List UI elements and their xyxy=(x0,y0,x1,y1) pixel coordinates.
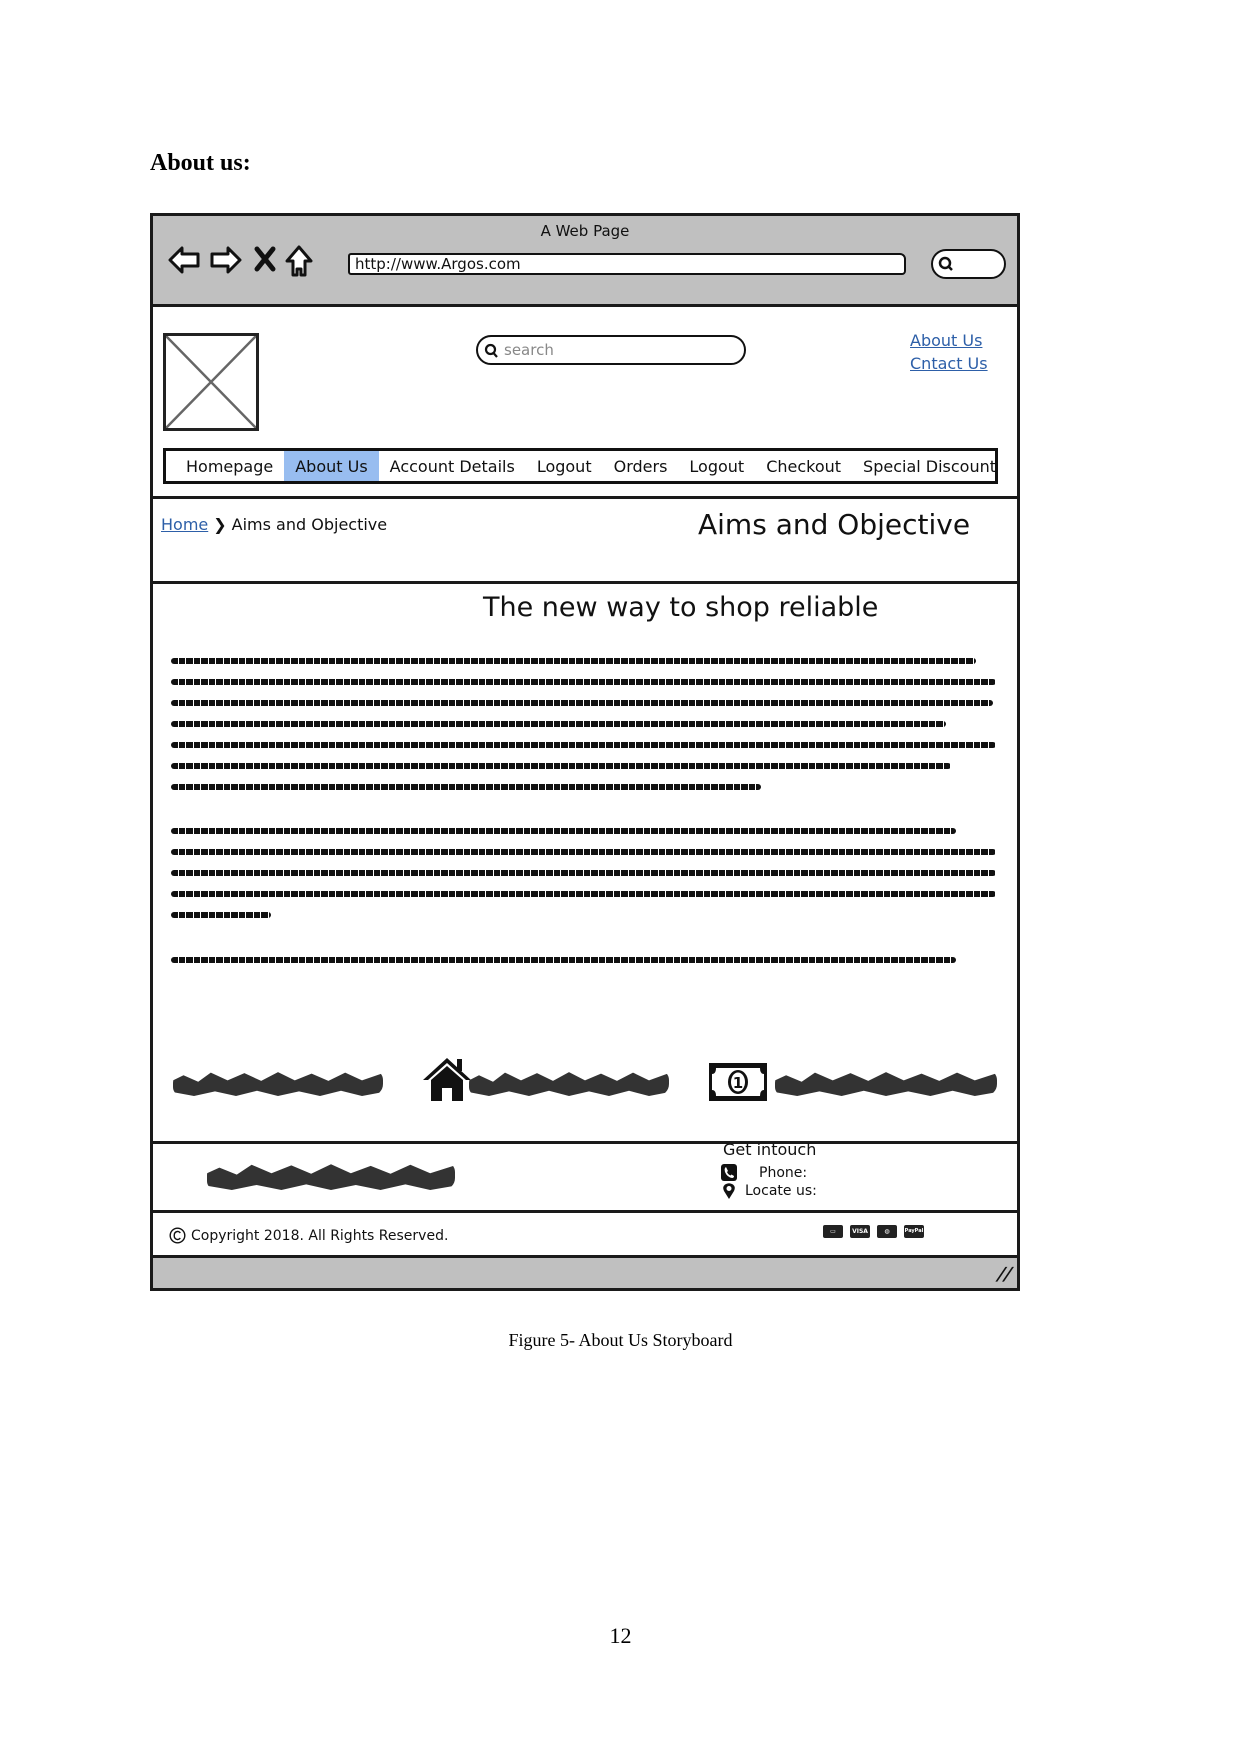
document-heading: About us: xyxy=(150,150,251,176)
placeholder-text-line xyxy=(171,849,996,855)
browser-toolbar: A Web Page http://www.Argos.com xyxy=(153,216,1017,307)
url-field[interactable]: http://www.Argos.com xyxy=(348,253,906,275)
mastercard-icon: ◍ xyxy=(877,1225,897,1238)
breadcrumb-section: Home ❯ Aims and Objective Aims and Objecti… xyxy=(153,499,1017,584)
header-link-about-us[interactable]: About Us xyxy=(910,331,982,350)
window-title: A Web Page xyxy=(540,222,630,240)
placeholder-text-line xyxy=(171,891,996,897)
nav-item-special-discount[interactable]: Special Discount xyxy=(852,451,1007,481)
placeholder-text-line xyxy=(171,700,993,706)
wireframe-mockup: A Web Page http://www.Argos.com search A… xyxy=(150,213,1020,1291)
site-search-input[interactable]: search xyxy=(476,335,746,365)
breadcrumb: Home ❯ Aims and Objective xyxy=(161,515,387,534)
placeholder-footer-text xyxy=(207,1164,455,1190)
placeholder-text-line xyxy=(171,721,946,727)
map-pin-icon xyxy=(723,1183,735,1199)
breadcrumb-home-link[interactable]: Home xyxy=(161,515,208,534)
footer-locate: Locate us: xyxy=(721,1182,817,1200)
copyright-notice: Copyright 2018. All Rights Reserved. xyxy=(169,1227,448,1244)
browser-search-button[interactable] xyxy=(931,249,1006,279)
content-title: The new way to shop reliable xyxy=(483,592,879,623)
back-arrow-icon[interactable] xyxy=(167,244,201,276)
placeholder-feature-text xyxy=(173,1072,383,1096)
site-header: search About Us Cntact Us Homepage About… xyxy=(153,307,1017,499)
money-bill-icon: 1 xyxy=(709,1063,767,1101)
site-footer: Get intouch Phone: Locate us: xyxy=(153,1140,1017,1213)
copyright-icon xyxy=(169,1227,186,1244)
placeholder-text-line xyxy=(171,742,996,748)
resize-grip-icon[interactable]: // xyxy=(994,1264,1015,1285)
breadcrumb-current: Aims and Objective xyxy=(231,515,388,534)
svg-text:1: 1 xyxy=(733,1074,743,1092)
placeholder-text-line xyxy=(171,870,996,876)
paypal-icon: PayPal xyxy=(904,1225,924,1238)
copyright-text: Copyright 2018. All Rights Reserved. xyxy=(191,1227,449,1244)
footer-phone: Phone: xyxy=(721,1164,807,1181)
house-icon xyxy=(423,1058,471,1101)
nav-item-orders[interactable]: Orders xyxy=(603,451,679,481)
main-navigation: Homepage About Us Account Details Logout… xyxy=(163,448,998,484)
placeholder-text-line xyxy=(171,763,951,769)
placeholder-text-line xyxy=(171,679,996,685)
placeholder-text-line xyxy=(171,957,956,963)
placeholder-text-line xyxy=(171,784,761,790)
placeholder-text-line xyxy=(171,912,271,918)
logo-placeholder-icon xyxy=(163,333,259,431)
phone-label: Phone: xyxy=(759,1164,808,1181)
placeholder-text-line xyxy=(171,658,976,664)
page-title: Aims and Objective xyxy=(698,508,971,541)
chevron-right-icon: ❯ xyxy=(213,515,227,534)
nav-item-homepage[interactable]: Homepage xyxy=(166,451,284,481)
footer-title: Get intouch xyxy=(723,1140,817,1159)
placeholder-text-line xyxy=(171,828,956,834)
placeholder-feature-text xyxy=(469,1072,669,1096)
placeholder-feature-text xyxy=(775,1072,997,1096)
header-link-contact-us[interactable]: Cntact Us xyxy=(910,354,988,373)
phone-icon xyxy=(721,1164,737,1181)
stop-icon[interactable] xyxy=(253,246,277,272)
browser-status-bar: // xyxy=(153,1258,1017,1288)
home-icon[interactable] xyxy=(284,244,314,278)
copyright-strip: Copyright 2018. All Rights Reserved. ▭ V… xyxy=(153,1213,1017,1258)
nav-item-checkout[interactable]: Checkout xyxy=(755,451,852,481)
nav-item-about-us[interactable]: About Us xyxy=(284,451,379,481)
page-number: 12 xyxy=(609,1623,632,1648)
search-placeholder: search xyxy=(504,341,554,359)
forward-arrow-icon[interactable] xyxy=(209,244,243,276)
search-icon xyxy=(938,256,953,271)
visa-icon: VISA xyxy=(850,1225,870,1238)
nav-item-logout-2[interactable]: Logout xyxy=(678,451,755,481)
locate-label: Locate us: xyxy=(745,1183,817,1199)
nav-item-logout[interactable]: Logout xyxy=(526,451,603,481)
figure-caption: Figure 5- About Us Storyboard xyxy=(508,1330,733,1350)
search-icon xyxy=(484,343,498,358)
content-area: The new way to shop reliable 1 xyxy=(153,584,1017,1144)
card-icon: ▭ xyxy=(823,1225,843,1238)
nav-item-account-details[interactable]: Account Details xyxy=(379,451,526,481)
